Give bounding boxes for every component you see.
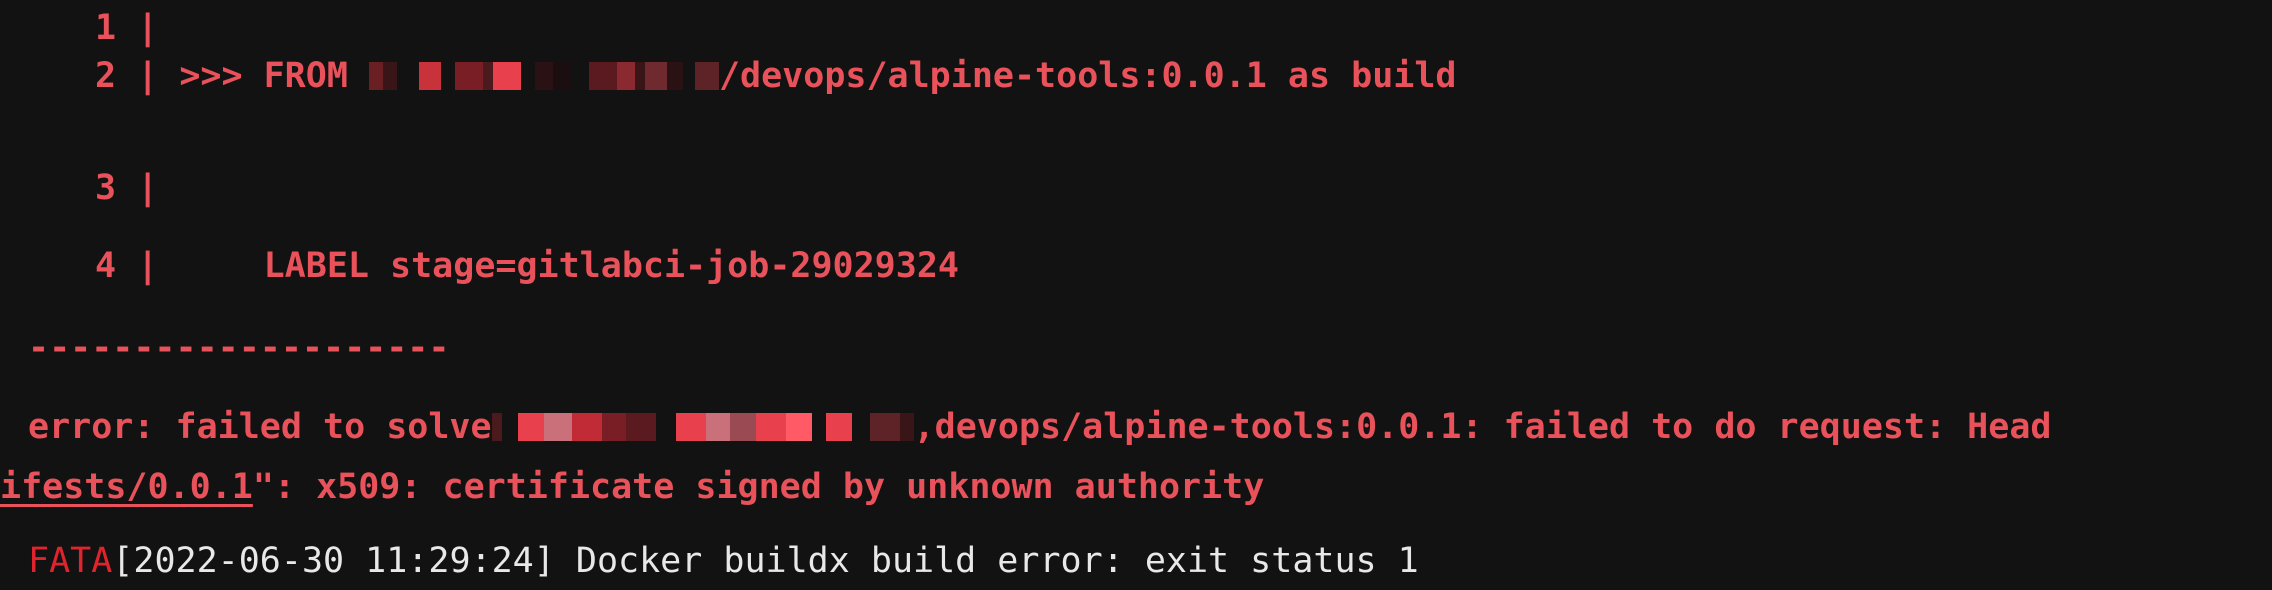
error-line: error: failed to solve ,devops/alpine-too… (28, 407, 2051, 447)
terminal-output: 1 | 2 | >>> FROM /devops/alpine-tools:0.… (0, 0, 2272, 590)
manifest-link[interactable]: ifests/0.0.1 (0, 467, 253, 507)
divider-line: -------------------- (28, 328, 450, 368)
from-prefix: >>> FROM (179, 56, 369, 96)
from-suffix: /devops/alpine-tools:0.0.1 as build (718, 56, 1457, 96)
error-suffix: ,devops/alpine-tools:0.0.1: failed to do… (913, 407, 2052, 447)
fatal-level: FATA (28, 541, 113, 581)
line-number: 4 (95, 246, 117, 286)
code-line-4: 4 | LABEL stage=gitlabci-job-29029324 (95, 246, 959, 286)
line-number: 2 (95, 56, 117, 96)
line-separator: | (137, 56, 159, 96)
code-line-2: 2 | >>> FROM /devops/alpine-tools:0.0.1 … (95, 56, 1456, 96)
line-separator: | (137, 168, 159, 208)
line-separator: | (137, 246, 159, 286)
line-number: 3 (95, 168, 117, 208)
error-prefix: error: failed to solve (28, 407, 492, 447)
label-instruction: LABEL stage=gitlabci-job-29029324 (179, 246, 959, 286)
certificate-error: ": x509: certificate signed by unknown a… (252, 467, 1265, 507)
code-line-3: 3 | (95, 168, 158, 208)
code-line-1: 1 | (95, 8, 158, 48)
error-continuation: ifests/0.0.1": x509: certificate signed … (0, 467, 1264, 507)
line-separator: | (137, 8, 159, 48)
fatal-message: [2022-06-30 11:29:24] Docker buildx buil… (112, 541, 1419, 581)
redacted-registry (368, 56, 719, 96)
redacted-image-ref (491, 407, 914, 447)
line-number: 1 (95, 8, 117, 48)
fatal-line: FATA[2022-06-30 11:29:24] Docker buildx … (28, 541, 1419, 581)
